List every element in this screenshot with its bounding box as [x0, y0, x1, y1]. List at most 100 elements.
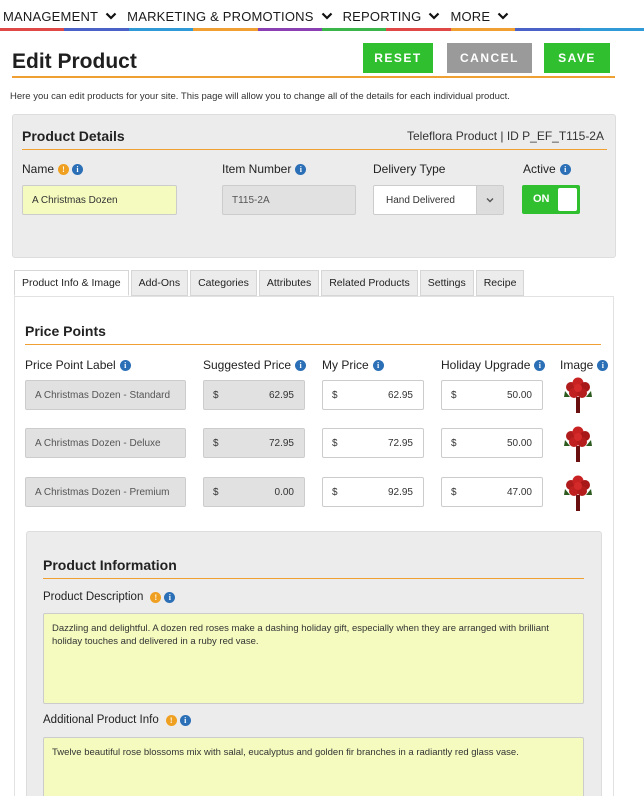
holiday-upgrade-value: 47.00	[506, 486, 532, 498]
tab-settings[interactable]: Settings	[419, 270, 474, 296]
nav-more[interactable]: MORE	[450, 9, 509, 24]
info-icon[interactable]: i	[534, 359, 546, 371]
nav-reporting-label: REPORTING	[342, 8, 422, 24]
info-icon[interactable]: i	[372, 359, 384, 371]
color-segment	[0, 28, 65, 31]
info-icon[interactable]: i	[119, 359, 131, 371]
section-divider	[43, 578, 584, 579]
product-thumbnail[interactable]	[561, 424, 595, 464]
active-label: Active i	[523, 162, 571, 176]
my-price-input[interactable]: $ 62.95	[322, 380, 424, 410]
chevron-down-icon	[476, 186, 503, 214]
currency-symbol: $	[451, 389, 457, 401]
color-segment	[322, 28, 387, 31]
product-details-title: Product Details	[22, 128, 125, 144]
color-segment	[193, 28, 258, 31]
product-description-textarea[interactable]: Dazzling and delightful. A dozen red ros…	[43, 613, 584, 704]
suggested-price-field: $ 0.00	[203, 477, 305, 507]
save-button[interactable]: SAVE	[544, 43, 610, 73]
page-title: Edit Product	[12, 50, 137, 73]
product-thumbnail[interactable]	[561, 473, 595, 513]
nav-management[interactable]: MANAGEMENT	[3, 9, 117, 24]
warning-icon[interactable]: !	[150, 591, 162, 603]
suggested-price-value: 0.00	[274, 486, 294, 498]
tab-add-ons[interactable]: Add-Ons	[130, 270, 189, 296]
price-point-label-field: A Christmas Dozen - Premium	[25, 477, 186, 507]
nav-marketing-label: MARKETING & PROMOTIONS	[127, 8, 314, 24]
nav-reporting[interactable]: REPORTING	[343, 9, 441, 24]
chevron-down-icon	[497, 10, 509, 22]
price-point-label-header: Price Point Label i	[25, 358, 131, 372]
price-point-label-field: A Christmas Dozen - Deluxe	[25, 428, 186, 458]
name-label-text: Name	[22, 162, 55, 176]
info-icon[interactable]: i	[295, 163, 307, 175]
chevron-down-icon	[321, 10, 333, 22]
price-point-label-header-text: Price Point Label	[25, 358, 116, 372]
section-divider	[22, 149, 607, 150]
my-price-header: My Price i	[322, 358, 384, 372]
my-price-header-text: My Price	[322, 358, 369, 372]
info-icon[interactable]: i	[179, 714, 191, 726]
reset-button[interactable]: RESET	[363, 43, 433, 73]
currency-symbol: $	[213, 437, 219, 449]
my-price-value: 62.95	[387, 389, 413, 401]
section-divider	[25, 344, 601, 345]
price-points-title: Price Points	[25, 323, 106, 339]
color-segment	[515, 28, 580, 31]
nav-management-label: MANAGEMENT	[3, 8, 99, 24]
currency-symbol: $	[213, 389, 219, 401]
color-segment	[257, 28, 323, 31]
currency-symbol: $	[451, 486, 457, 498]
my-price-input[interactable]: $ 92.95	[322, 477, 424, 507]
info-icon[interactable]: i	[295, 359, 307, 371]
additional-info-textarea[interactable]: Twelve beautiful rose blossoms mix with …	[43, 737, 584, 796]
active-toggle[interactable]: ON	[522, 185, 580, 214]
nav-more-label: MORE	[450, 8, 491, 24]
tab-categories[interactable]: Categories	[190, 270, 257, 296]
suggested-price-header: Suggested Price i	[203, 358, 307, 372]
suggested-price-value: 62.95	[268, 389, 294, 401]
suggested-price-field: $ 62.95	[203, 380, 305, 410]
toggle-knob	[558, 188, 577, 211]
tab-recipe[interactable]: Recipe	[475, 270, 525, 296]
item-number-label-text: Item Number	[222, 162, 292, 176]
warning-icon[interactable]: !	[58, 163, 70, 175]
currency-symbol: $	[332, 389, 338, 401]
nav-marketing[interactable]: MARKETING & PROMOTIONS	[127, 9, 332, 24]
cancel-button[interactable]: CANCEL	[447, 43, 532, 73]
tab-related-products[interactable]: Related Products	[321, 270, 418, 296]
item-number-field: T115-2A	[222, 185, 356, 215]
name-field[interactable]: A Christmas Dozen	[22, 185, 177, 215]
product-information-panel: Product Information Product Description …	[26, 531, 602, 796]
delivery-type-value: Hand Delivered	[386, 194, 455, 206]
delivery-type-label: Delivery Type	[373, 162, 446, 176]
info-icon[interactable]: i	[559, 163, 571, 175]
color-segment	[64, 28, 129, 31]
suggested-price-field: $ 72.95	[203, 428, 305, 458]
title-divider	[12, 76, 615, 78]
product-description-label: Product Description ! i	[43, 591, 176, 603]
my-price-input[interactable]: $ 72.95	[322, 428, 424, 458]
color-segment	[128, 28, 194, 31]
tab-attributes[interactable]: Attributes	[258, 270, 320, 296]
holiday-upgrade-input[interactable]: $ 50.00	[441, 380, 543, 410]
info-icon[interactable]: i	[72, 163, 84, 175]
product-description-label-text: Product Description	[43, 591, 144, 603]
holiday-upgrade-input[interactable]: $ 47.00	[441, 477, 543, 507]
holiday-upgrade-value: 50.00	[506, 389, 532, 401]
warning-icon[interactable]: !	[165, 714, 177, 726]
item-number-label: Item Number i	[222, 162, 307, 176]
product-details-panel: Product Details Teleflora Product | ID P…	[12, 114, 616, 258]
product-thumbnail[interactable]	[561, 375, 595, 415]
info-icon[interactable]: i	[164, 591, 176, 603]
color-segment	[579, 28, 644, 31]
page-intro: Here you can edit products for your site…	[10, 91, 510, 102]
delivery-type-select[interactable]: Hand Delivered	[373, 185, 504, 215]
tab-product-info-image[interactable]: Product Info & Image	[14, 270, 129, 296]
holiday-upgrade-value: 50.00	[506, 437, 532, 449]
image-header-text: Image	[560, 358, 594, 372]
holiday-upgrade-input[interactable]: $ 50.00	[441, 428, 543, 458]
price-point-label-field: A Christmas Dozen - Standard	[25, 380, 186, 410]
image-header: Image i	[560, 358, 609, 372]
info-icon[interactable]: i	[597, 359, 609, 371]
